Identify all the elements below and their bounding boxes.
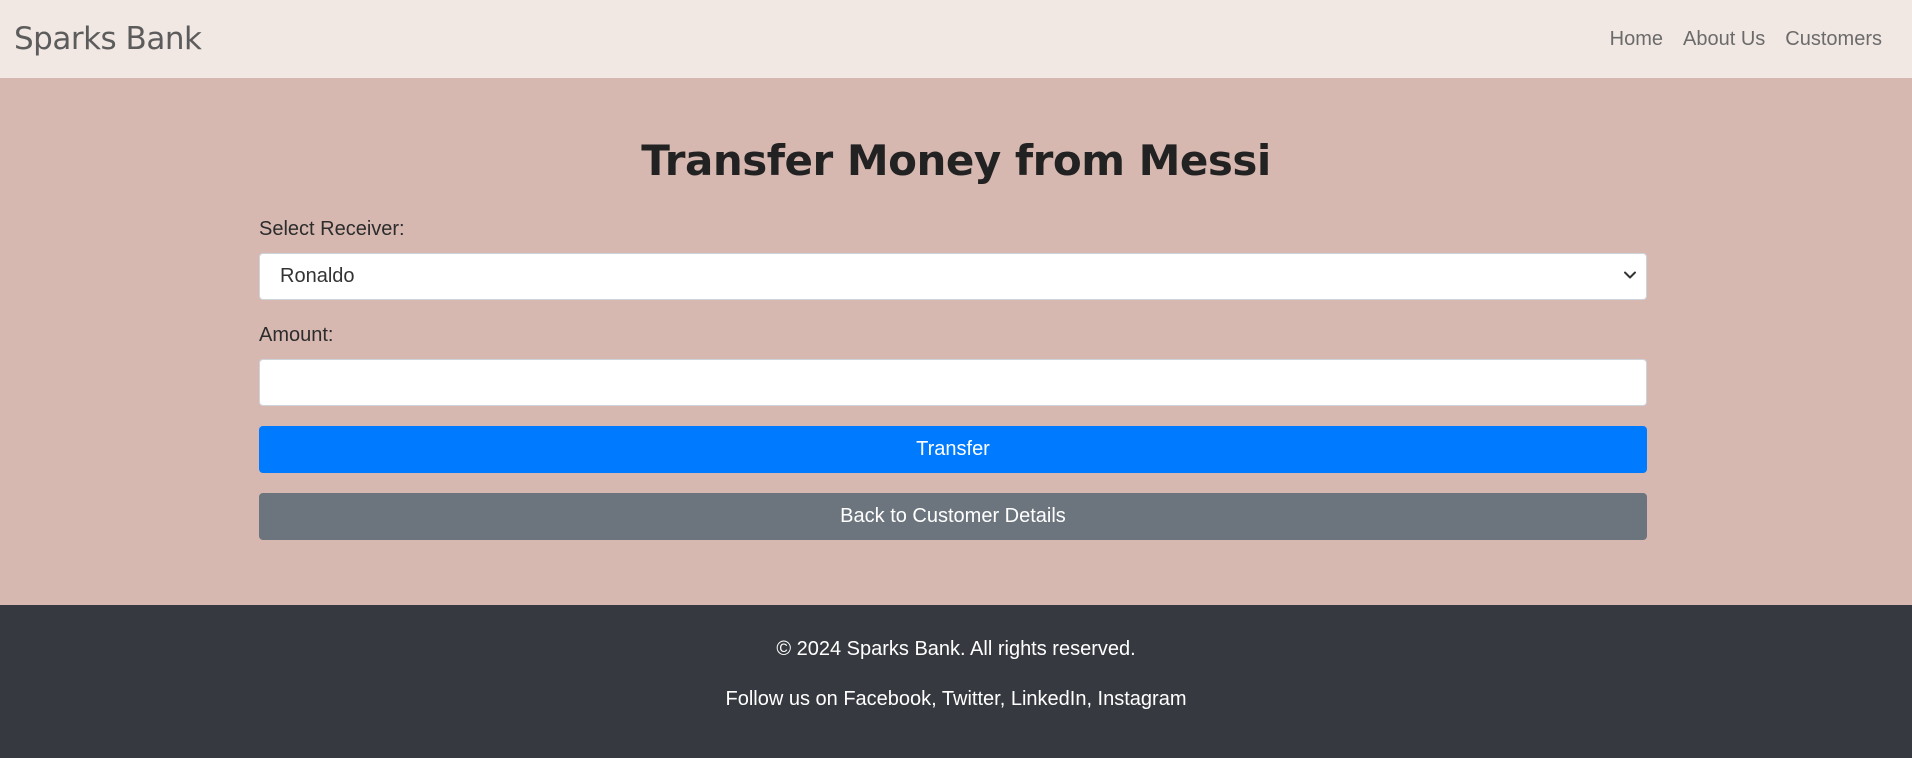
transfer-form: Select Receiver: Ronaldo Amount: Transfe… xyxy=(259,218,1647,540)
nav-link-about-us[interactable]: About Us xyxy=(1683,28,1765,51)
receiver-select-wrapper: Ronaldo xyxy=(259,253,1647,300)
amount-label: Amount: xyxy=(259,324,334,346)
page-title: Transfer Money from Messi xyxy=(641,136,1271,185)
nav-link-home[interactable]: Home xyxy=(1610,28,1663,51)
receiver-select[interactable]: Ronaldo xyxy=(259,253,1647,300)
nav-link-customers[interactable]: Customers xyxy=(1785,28,1882,51)
transfer-button[interactable]: Transfer xyxy=(259,426,1647,473)
main-content: Transfer Money from Messi Select Receive… xyxy=(0,78,1912,605)
back-to-customer-details-button[interactable]: Back to Customer Details xyxy=(259,493,1647,540)
nav-links: Home About Us Customers xyxy=(1610,28,1898,51)
footer-copyright: © 2024 Sparks Bank. All rights reserved. xyxy=(776,638,1136,660)
brand-logo[interactable]: Sparks Bank xyxy=(14,21,202,57)
footer-social-links: Follow us on Facebook, Twitter, LinkedIn… xyxy=(725,688,1187,710)
receiver-label: Select Receiver: xyxy=(259,218,405,240)
receiver-selected-value: Ronaldo xyxy=(280,265,355,287)
amount-input[interactable] xyxy=(259,359,1647,406)
chevron-down-icon xyxy=(1624,271,1636,279)
footer: © 2024 Sparks Bank. All rights reserved.… xyxy=(0,605,1912,758)
navbar: Sparks Bank Home About Us Customers xyxy=(0,0,1912,78)
